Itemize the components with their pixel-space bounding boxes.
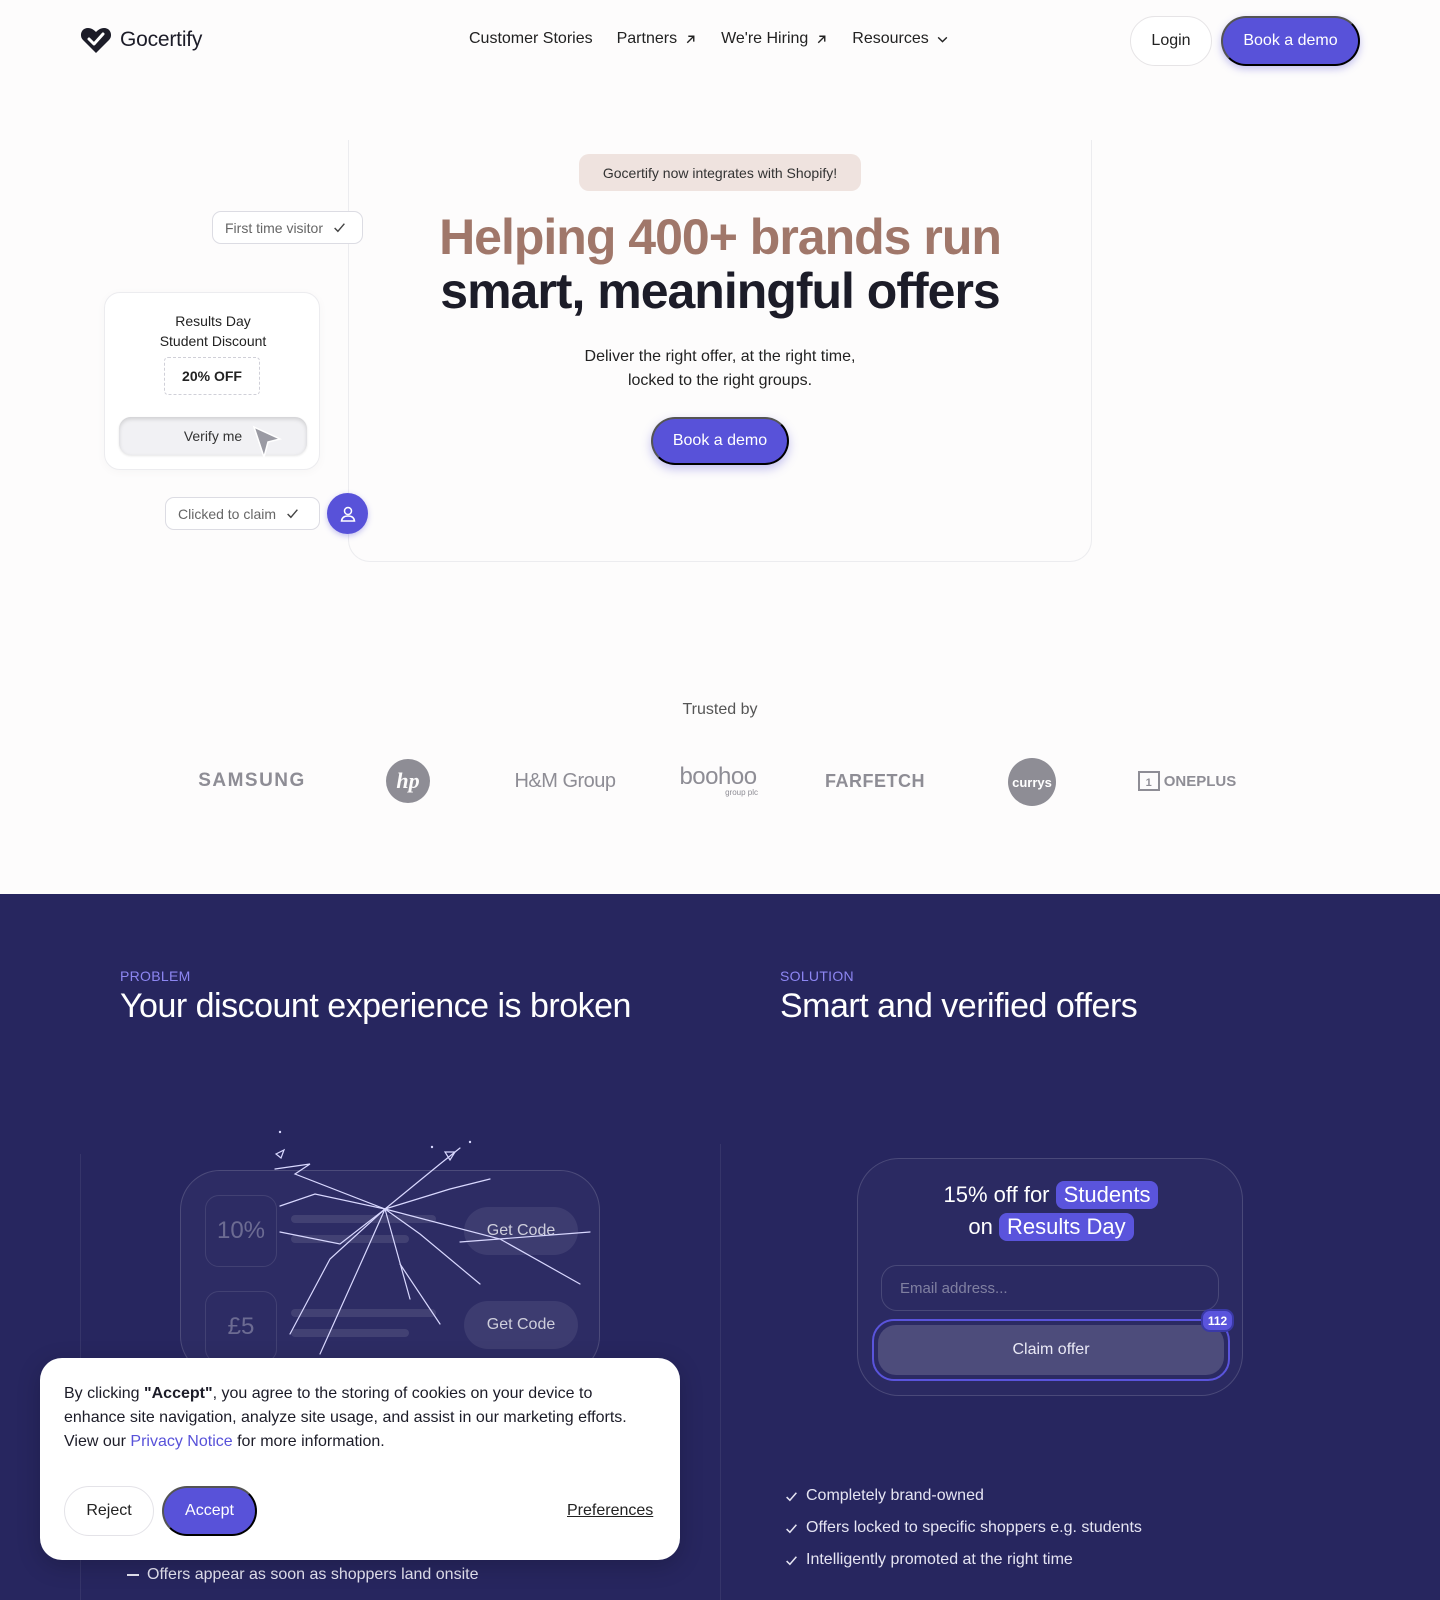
svg-text:hp: hp [396,768,419,793]
solution-heading: Smart and verified offers [780,987,1138,1025]
check-icon [786,1491,797,1501]
email-input: Email address... [881,1265,1219,1311]
privacy-notice-link[interactable]: Privacy Notice [130,1433,232,1450]
cookie-banner: By clicking "Accept", you agree to the s… [40,1358,680,1560]
farfetch-logo: FARFETCH [825,770,925,791]
claim-offer-label: Claim offer [878,1325,1224,1375]
shopify-announcement[interactable]: Gocertify now integrates with Shopify! [579,154,861,191]
offer-title-line2: Student Discount [159,333,267,349]
check-icon [786,1555,797,1565]
verified-offer-widget: 15% off for Students on Results Day Emai… [857,1158,1243,1396]
hero-title: Helping 400+ brands run smart, meaningfu… [380,210,1060,318]
problem-point-label: Offers appear as soon as shoppers land o… [147,1566,479,1583]
benefit-label: Completely brand-owned [806,1487,984,1504]
offer-card: Results Day Student Discount 20% OFF Ver… [104,292,320,470]
external-arrow-icon [818,35,826,43]
accept-cookies-button[interactable]: Accept [162,1486,257,1536]
currys-logo: currys [1008,758,1056,806]
book-demo-button[interactable]: Book a demo [1221,16,1360,66]
hp-logo-icon: hp [386,759,430,803]
oneplus-wordmark: ONEPLUS [1163,772,1237,790]
problem-eyebrow: PROBLEM [120,968,191,984]
benefit-label: Offers locked to specific shoppers e.g. … [806,1519,1142,1536]
boohoo-logo: boohoo group plc [676,756,760,806]
cookie-preferences-link[interactable]: Preferences [567,1502,653,1520]
offer-line-1: 15% off for Students [858,1181,1244,1209]
first-time-visitor-chip: First time visitor [212,211,363,244]
boohoo-subtext: group plc [725,788,758,797]
main-menu: Customer Stories Partners We're Hiring R… [469,30,949,48]
cookie-text-accept: "Accept" [144,1385,213,1402]
trusted-by-label: Trusted by [682,701,758,718]
claim-offer-button: Claim offer [872,1319,1230,1381]
offer-title-line1: Results Day [175,313,251,329]
check-icon [334,223,345,233]
cookie-message: By clicking "Accept", you agree to the s… [64,1382,644,1454]
chip-label: Clicked to claim [178,505,277,522]
cookie-text-1: By clicking [64,1385,145,1402]
nav-hiring[interactable]: We're Hiring [721,30,828,48]
column-divider [720,1144,721,1600]
check-icon [287,509,298,519]
chevron-down-icon [937,36,948,43]
solution-benefits: Completely brand-owned Offers locked to … [785,1480,1142,1576]
nav-hiring-label: We're Hiring [721,30,809,47]
hp-logo: hp [385,756,431,806]
nav-resources-label: Resources [852,30,929,47]
oneplus-logo: 1 ONEPLUS [1137,756,1237,806]
top-nav: Gocertify Customer Stories Partners We'r… [0,0,1440,82]
audience-tag: Students [1055,1181,1159,1209]
benefit-label: Intelligently promoted at the right time [806,1551,1073,1568]
user-avatar-button [327,493,368,534]
nav-customer-stories[interactable]: Customer Stories [469,30,593,48]
nav-customer-stories-label: Customer Stories [469,30,593,47]
hero-title-line2: smart, meaningful offers [440,263,1000,319]
discount-code: 20% OFF [164,357,260,395]
list-item: Intelligently promoted at the right time [785,1544,1142,1576]
offer-line-prefix: on [968,1214,993,1239]
hero-book-demo-button[interactable]: Book a demo [651,417,789,465]
cookie-text-3: for more information. [232,1433,385,1450]
user-icon [340,506,355,522]
reject-cookies-button[interactable]: Reject [64,1486,154,1536]
nav-partners[interactable]: Partners [617,30,697,48]
clicked-to-claim-chip: Clicked to claim [165,497,320,530]
check-icon [786,1523,797,1533]
offer-line-prefix: 15% off for [943,1182,1050,1207]
oneplus-mark: 1 [1137,771,1160,791]
hero-subtitle-line2: locked to the right groups. [627,372,813,389]
nav-resources[interactable]: Resources [852,30,948,48]
solution-eyebrow: SOLUTION [780,968,854,984]
offer-line-2: on Results Day [858,1213,1244,1241]
problem-point: Offers appear as soon as shoppers land o… [127,1566,478,1584]
occasion-tag: Results Day [999,1213,1134,1241]
boohoo-wordmark: boohoo [679,763,757,790]
list-item: Offers locked to specific shoppers e.g. … [785,1512,1142,1544]
nav-partners-label: Partners [616,30,678,47]
hero-title-line1: Helping 400+ brands run [439,209,1002,265]
chip-label: First time visitor [225,219,323,236]
list-item: Completely brand-owned [785,1480,1142,1512]
hero-subtitle: Deliver the right offer, at the right ti… [520,345,920,393]
offer-title: Results Day Student Discount [105,311,321,351]
crack-lines [274,1130,591,1355]
hm-group-logo: H&M Group [514,769,616,792]
cursor-pointer-icon [252,425,282,460]
claims-count-badge: 112 [1201,1309,1234,1332]
heart-check-icon [80,28,112,53]
brand-logo[interactable]: Gocertify [80,26,202,54]
samsung-logo: SAMSUNG [198,770,306,791]
login-button[interactable]: Login [1130,16,1212,66]
brand-name: Gocertify [120,28,203,51]
external-arrow-icon [686,35,695,43]
dash-icon [127,1574,139,1576]
problem-heading: Your discount experience is broken [120,987,631,1025]
hero-subtitle-line1: Deliver the right offer, at the right ti… [584,348,856,365]
